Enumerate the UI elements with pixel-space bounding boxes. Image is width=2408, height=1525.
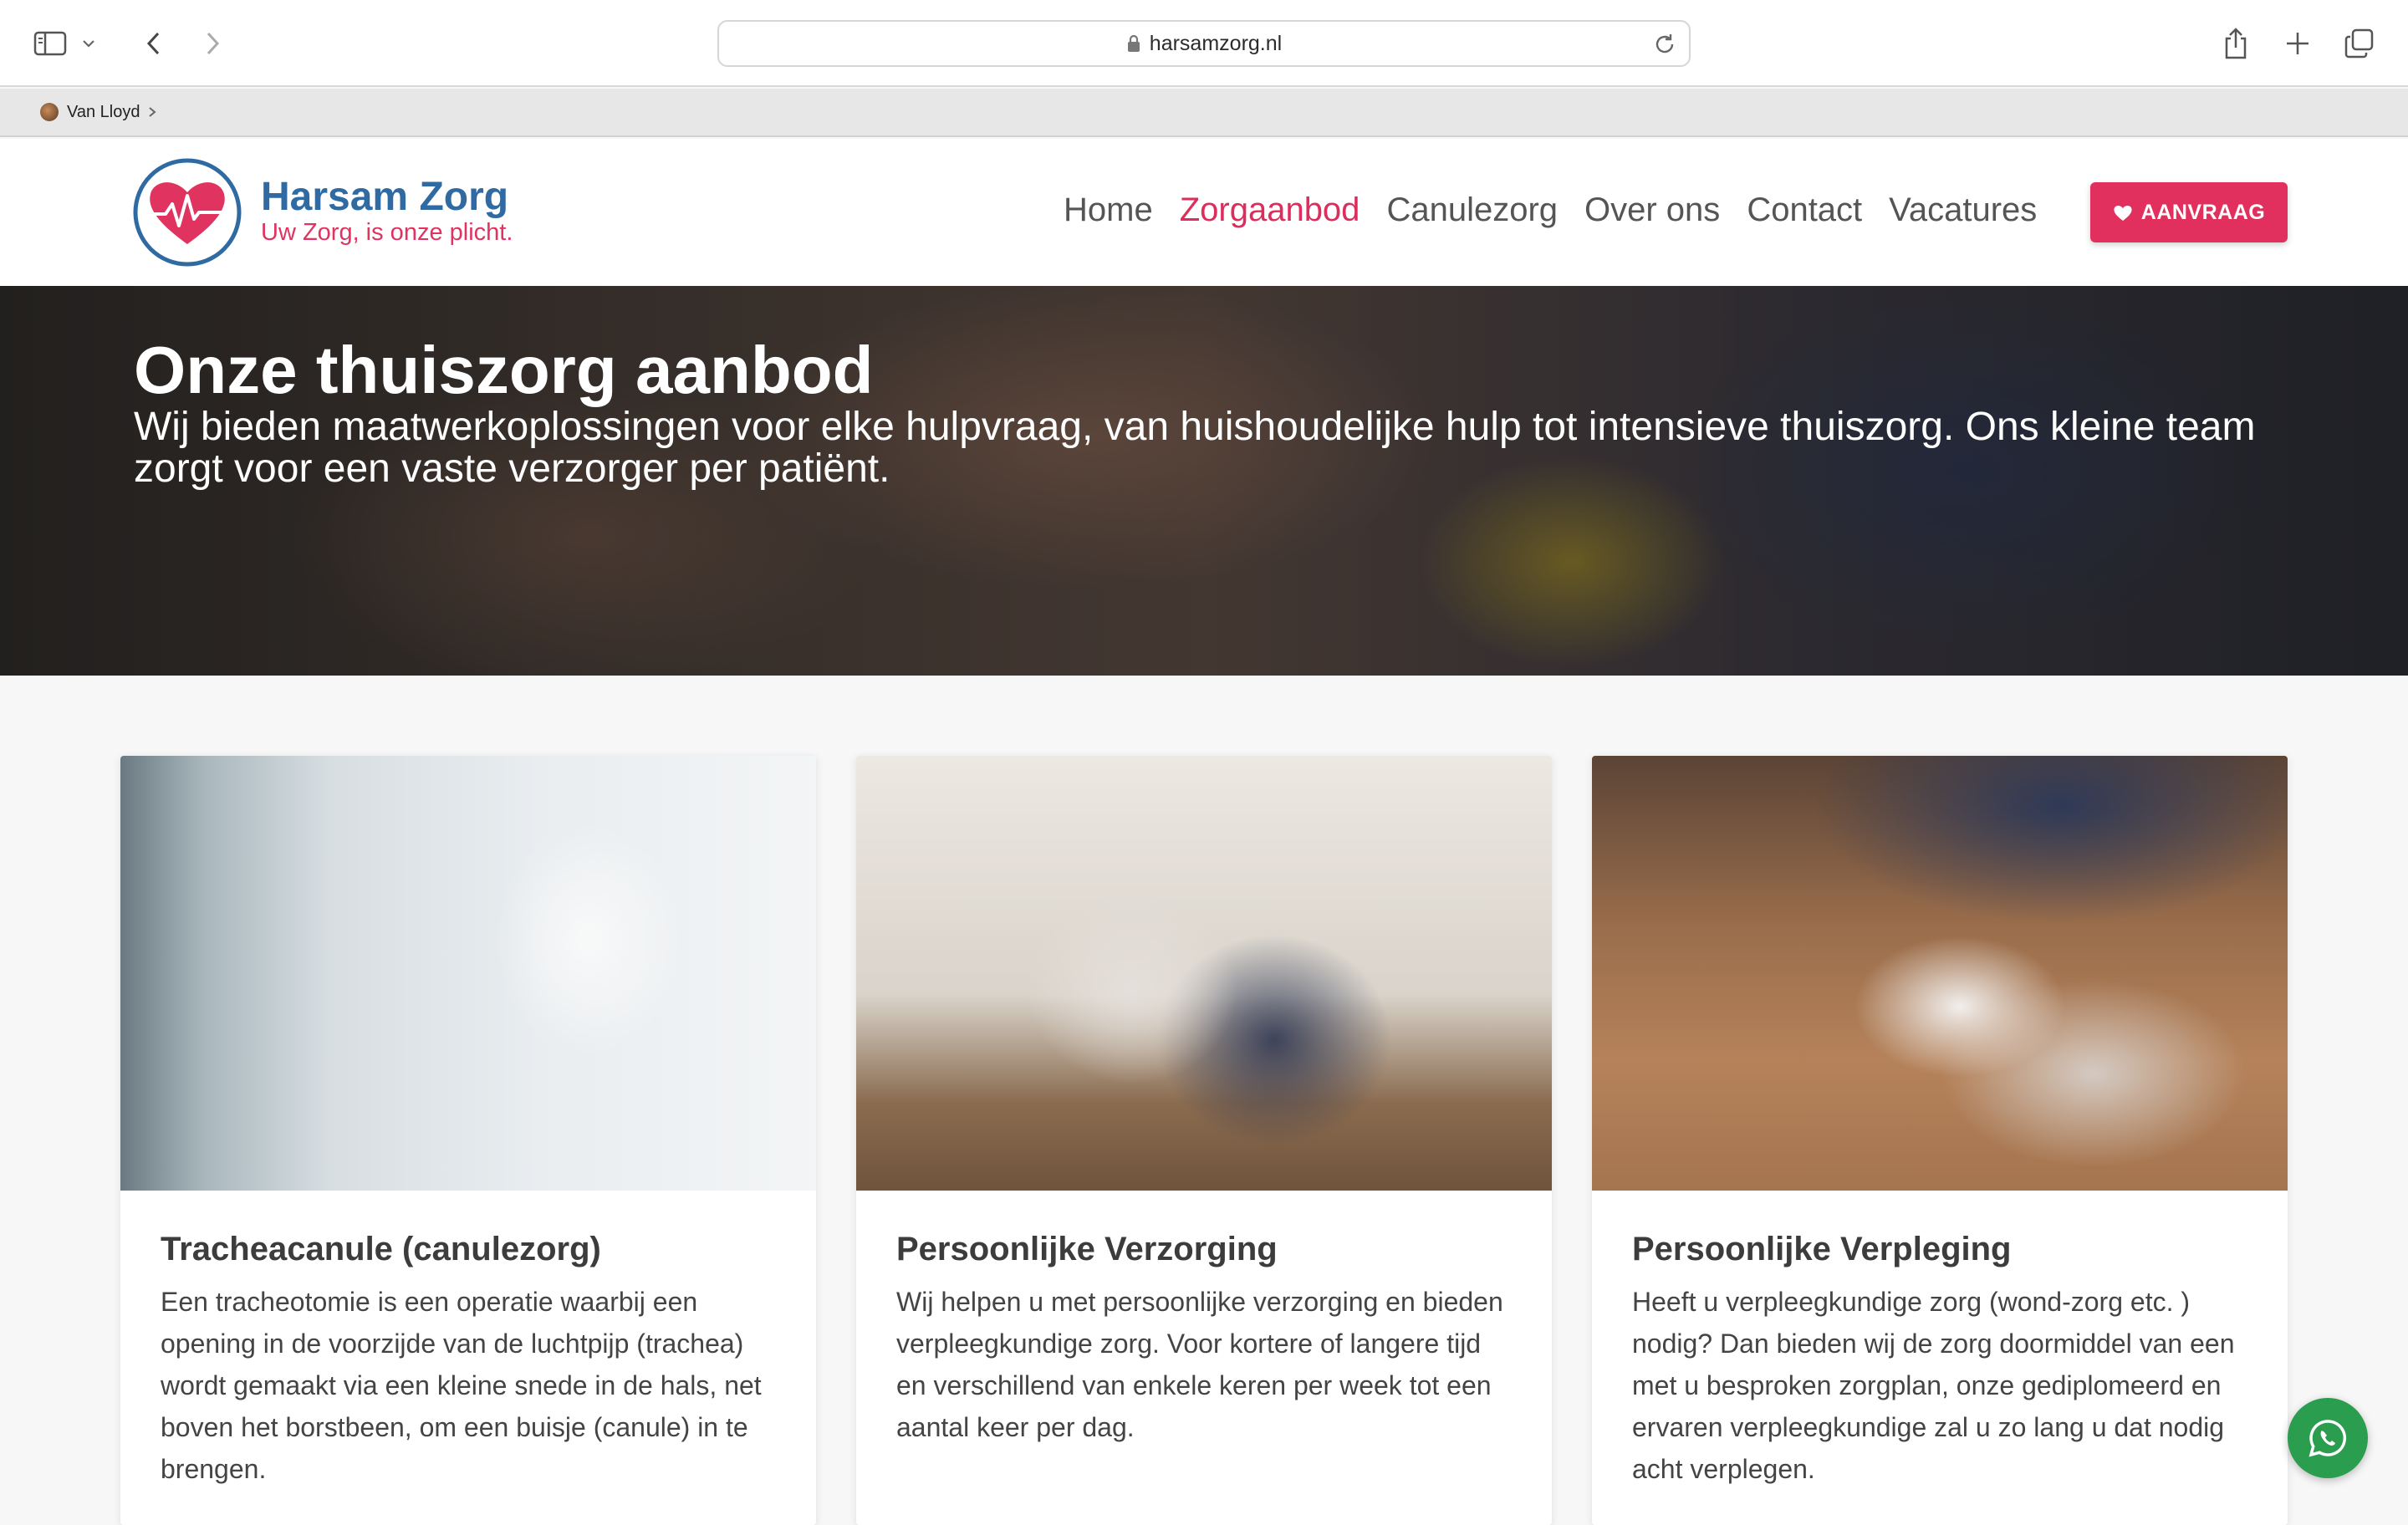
nav-home[interactable]: Home [1064,189,1153,231]
favorite-label: Van Lloyd [67,102,140,121]
new-tab-icon[interactable] [2276,22,2319,65]
browser-toolbar: harsamzorg.nl [0,0,2408,87]
whatsapp-icon [2309,1420,2347,1457]
favorites-bar: Van Lloyd [0,89,2408,137]
reload-icon[interactable] [1652,32,1677,57]
chevron-right-icon [149,107,157,117]
tab-overview-icon[interactable] [2338,22,2381,65]
site-header: Harsam Zorg Uw Zorg, is onze plicht. Hom… [0,139,2408,286]
card-text: Heeft u verpleegkundige zorg (wond-zorg … [1632,1287,2235,1484]
share-icon[interactable] [2214,22,2258,65]
card-image-medication [1592,756,2288,1191]
hero-subtitle: Wij bieden maatwerkoplossingen voor elke… [134,405,2256,491]
lock-icon [1127,34,1140,52]
brand-name: Harsam Zorg [261,175,509,219]
hero-banner: Onze thuiszorg aanbod Wij bieden maatwer… [0,286,2408,676]
heart-icon [2114,206,2132,221]
brand-tagline: Uw Zorg, is onze plicht. [261,219,513,246]
card-text: Wij helpen u met persoonlijke verzorging… [896,1287,1503,1442]
whatsapp-button[interactable] [2288,1398,2368,1478]
main-nav: Home Zorgaanbod Canulezorg Over ons Cont… [1064,189,2037,231]
aanvraag-label: AANVRAAG [2140,200,2266,224]
card-title: Persoonlijke Verzorging [896,1231,1278,1267]
hero-title: Onze thuiszorg aanbod [134,333,874,407]
service-card-canulezorg[interactable]: Tracheacanule (canulezorg) Een tracheoto… [120,756,816,1525]
favorite-avatar [40,103,59,121]
heart-logo-icon[interactable] [132,157,242,268]
card-text: Een tracheotomie is een operatie waarbij… [161,1287,762,1484]
chevron-down-icon[interactable] [77,22,100,65]
nav-over-ons[interactable]: Over ons [1584,189,1720,231]
service-card-verzorging[interactable]: Persoonlijke Verzorging Wij helpen u met… [856,756,1552,1525]
address-bar[interactable]: harsamzorg.nl [717,20,1691,67]
nav-vacatures[interactable]: Vacatures [1889,189,2037,231]
back-icon[interactable] [132,22,176,65]
card-image-nurse [120,756,816,1191]
favorite-item[interactable]: Van Lloyd [40,102,157,122]
sidebar-toggle-icon[interactable] [28,22,72,65]
card-title: Tracheacanule (canulezorg) [161,1231,601,1267]
brand[interactable]: Harsam Zorg Uw Zorg, is onze plicht. [261,175,513,247]
nav-canulezorg[interactable]: Canulezorg [1386,189,1558,231]
nav-zorgaanbod[interactable]: Zorgaanbod [1180,189,1360,231]
service-card-verpleging[interactable]: Persoonlijke Verpleging Heeft u verpleeg… [1592,756,2288,1525]
aanvraag-button[interactable]: AANVRAAG [2090,182,2288,242]
forward-icon[interactable] [191,22,234,65]
card-image-caregiver [856,756,1552,1191]
url-text: harsamzorg.nl [1149,31,1283,55]
nav-contact[interactable]: Contact [1747,189,1862,231]
card-title: Persoonlijke Verpleging [1632,1231,2012,1267]
